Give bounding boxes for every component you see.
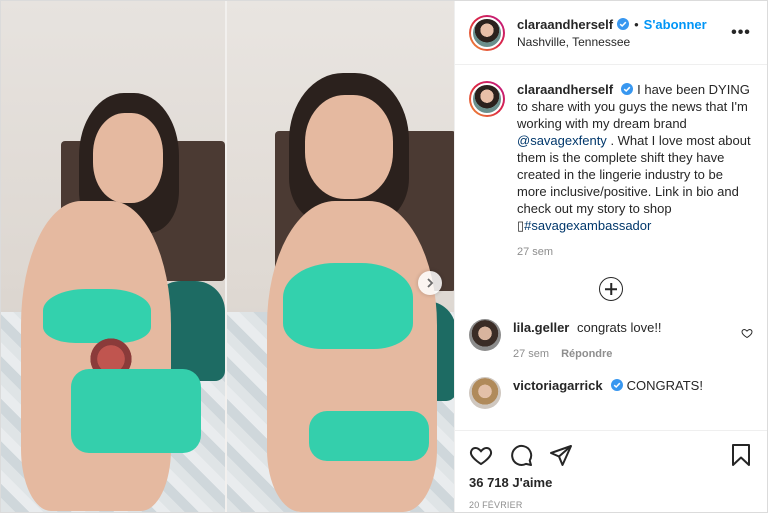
caption-username[interactable]: claraandherself — [517, 82, 613, 97]
reply-button[interactable]: Répondre — [561, 346, 612, 363]
post-media[interactable] — [1, 1, 454, 512]
verified-badge-icon — [621, 83, 634, 95]
caption-time[interactable]: 27 sem — [517, 244, 553, 261]
bookmark-icon[interactable] — [729, 443, 753, 467]
comment-text: CONGRATS! — [626, 378, 703, 393]
instagram-post: claraandherself • S'abonner Nashville, T… — [0, 0, 768, 513]
photo-right-panel — [225, 1, 454, 512]
comment-text: congrats love!! — [577, 320, 662, 335]
comments-section: claraandherself I have been DYING to sha… — [455, 65, 767, 430]
commenter-avatar[interactable] — [469, 319, 501, 351]
comment-row: lila.geller congrats love!! 27 sem Répon… — [469, 319, 753, 363]
caption-avatar[interactable] — [469, 81, 505, 117]
paper-plane-icon[interactable] — [549, 443, 573, 467]
author-username[interactable]: claraandherself — [517, 17, 613, 32]
verified-badge-icon — [610, 379, 623, 391]
heart-icon[interactable] — [469, 443, 493, 467]
author-avatar[interactable] — [469, 14, 505, 51]
load-more-comments[interactable] — [469, 277, 753, 301]
caption-mention-link[interactable]: @savagexfenty — [517, 133, 607, 148]
photo-left-panel — [1, 1, 225, 512]
more-options-button[interactable]: ••• — [729, 21, 753, 45]
post-actions: 36 718 J'aime 20 FÉVRIER — [455, 430, 767, 512]
commenter-username[interactable]: lila.geller — [513, 320, 569, 335]
commenter-avatar[interactable] — [469, 377, 501, 409]
comment-time[interactable]: 27 sem — [513, 346, 549, 363]
caption: claraandherself I have been DYING to sha… — [469, 81, 753, 261]
post-header: claraandherself • S'abonner Nashville, T… — [455, 1, 767, 65]
comment-bubble-icon[interactable] — [509, 443, 533, 467]
comment-row: victoriagarrick CONGRATS! — [469, 377, 753, 409]
plus-circle-icon[interactable] — [599, 277, 623, 301]
heart-icon[interactable] — [741, 327, 753, 339]
likes-count[interactable]: 36 718 J'aime — [469, 475, 753, 490]
caption-hashtag-link[interactable]: #savagexambassador — [524, 218, 651, 233]
chevron-right-icon — [427, 278, 434, 288]
post-date[interactable]: 20 FÉVRIER — [469, 500, 753, 510]
verified-badge-icon — [617, 18, 630, 30]
next-photo-button[interactable] — [418, 271, 442, 295]
commenter-username[interactable]: victoriagarrick — [513, 378, 603, 393]
post-location[interactable]: Nashville, Tennessee — [517, 35, 729, 49]
follow-button[interactable]: S'abonner — [644, 17, 707, 32]
post-sidebar: claraandherself • S'abonner Nashville, T… — [454, 1, 767, 512]
separator-dot: • — [634, 16, 639, 32]
